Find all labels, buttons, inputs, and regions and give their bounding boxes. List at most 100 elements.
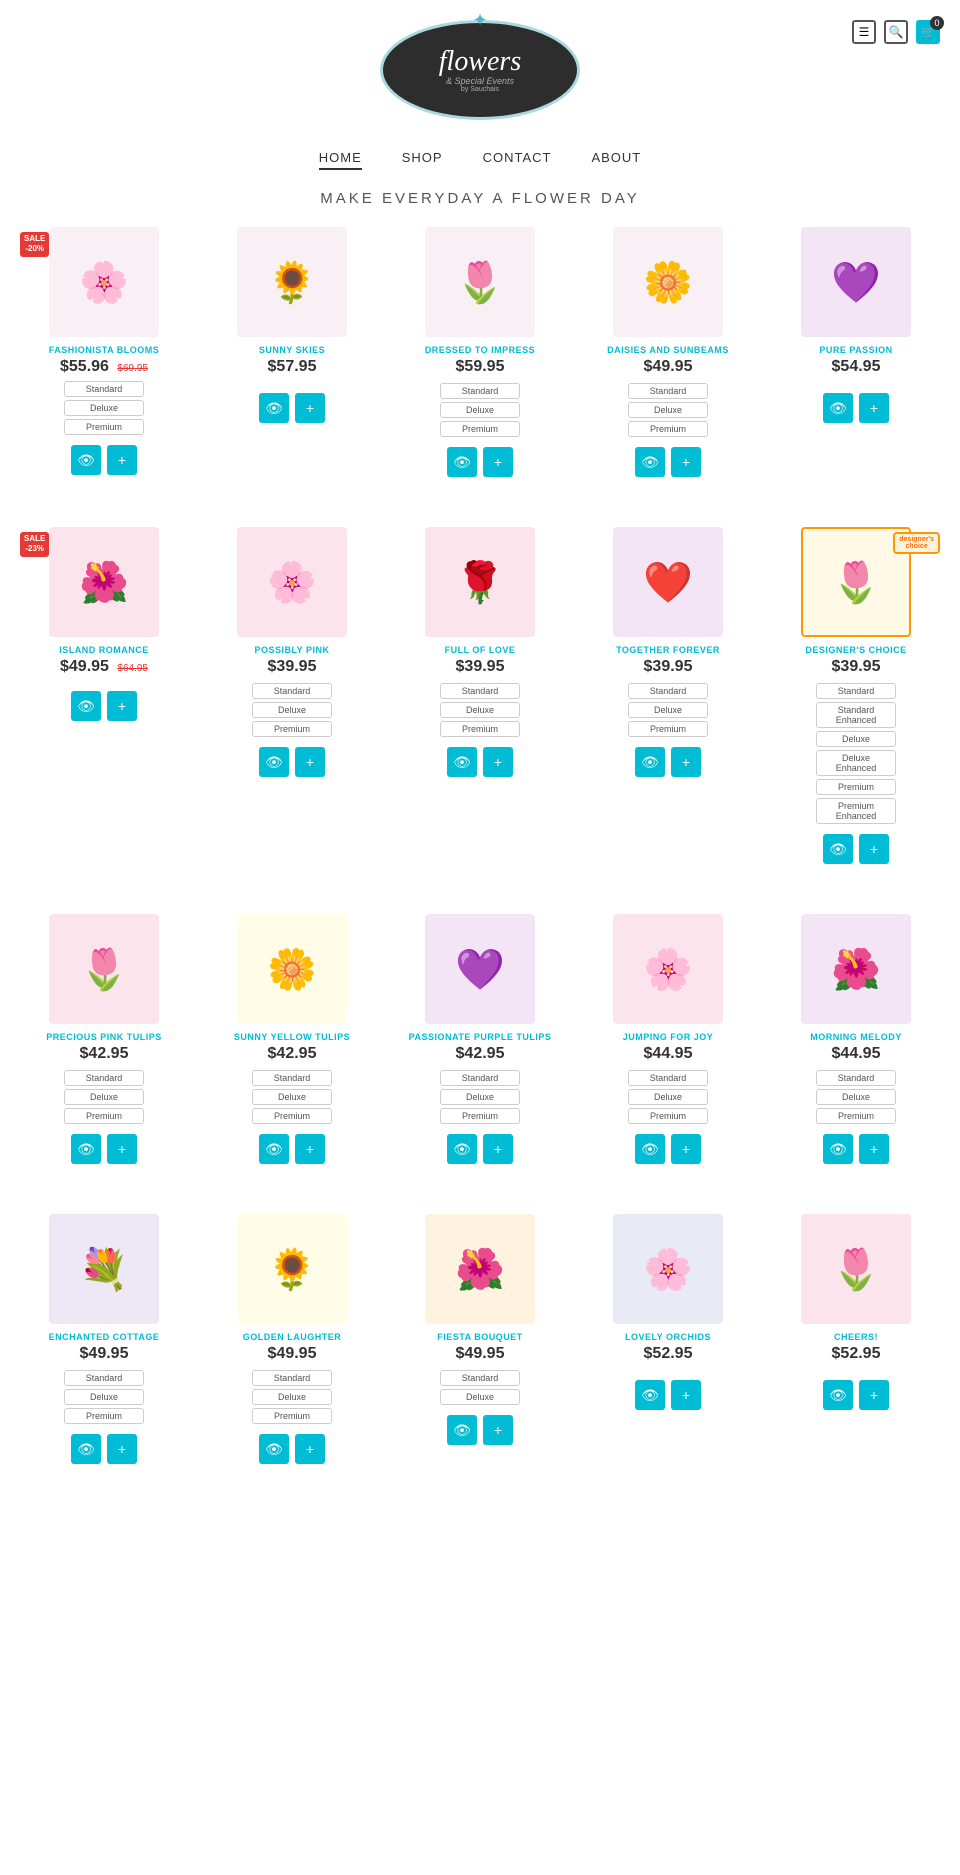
fleur-icon: ✦ xyxy=(472,10,487,31)
add-to-cart-button[interactable]: + xyxy=(859,1380,889,1410)
add-to-cart-button[interactable]: + xyxy=(483,1415,513,1445)
product-image: 🌷 xyxy=(425,227,535,337)
option-standard[interactable]: Standard xyxy=(64,1070,144,1086)
option-deluxe[interactable]: Deluxe xyxy=(252,1089,332,1105)
option-deluxe[interactable]: Deluxe xyxy=(64,1389,144,1405)
option-deluxe[interactable]: Deluxe xyxy=(252,1389,332,1405)
option-standard[interactable]: Standard xyxy=(252,1070,332,1086)
option-premium[interactable]: Premium xyxy=(64,419,144,435)
quick-view-button[interactable]: 👁 xyxy=(635,1134,665,1164)
action-buttons: 👁 + xyxy=(447,747,513,777)
option-standard[interactable]: Standard xyxy=(816,683,896,699)
option-deluxe[interactable]: Deluxe xyxy=(628,702,708,718)
add-to-cart-button[interactable]: + xyxy=(107,691,137,721)
add-to-cart-button[interactable]: + xyxy=(859,393,889,423)
nav-home[interactable]: HOME xyxy=(319,150,362,170)
option-standard-enhanced[interactable]: Standard Enhanced xyxy=(816,702,896,728)
option-premium[interactable]: Premium xyxy=(440,1108,520,1124)
quick-view-button[interactable]: 👁 xyxy=(823,1134,853,1164)
option-standard[interactable]: Standard xyxy=(64,1370,144,1386)
product-price: $42.95 xyxy=(456,1045,505,1063)
option-premium[interactable]: Premium xyxy=(440,421,520,437)
option-standard[interactable]: Standard xyxy=(64,381,144,397)
add-to-cart-button[interactable]: + xyxy=(671,747,701,777)
option-premium-enhanced[interactable]: Premium Enhanced xyxy=(816,798,896,824)
add-to-cart-button[interactable]: + xyxy=(295,393,325,423)
option-standard[interactable]: Standard xyxy=(440,683,520,699)
search-icon[interactable]: 🔍 xyxy=(884,20,908,44)
option-premium[interactable]: Premium xyxy=(64,1408,144,1424)
option-premium[interactable]: Premium xyxy=(628,1108,708,1124)
option-premium[interactable]: Premium xyxy=(252,721,332,737)
add-to-cart-button[interactable]: + xyxy=(107,445,137,475)
option-standard[interactable]: Standard xyxy=(252,683,332,699)
option-deluxe[interactable]: Deluxe xyxy=(64,1089,144,1105)
option-standard[interactable]: Standard xyxy=(440,1370,520,1386)
quick-view-button[interactable]: 👁 xyxy=(71,1434,101,1464)
quick-view-button[interactable]: 👁 xyxy=(447,1415,477,1445)
add-to-cart-button[interactable]: + xyxy=(483,747,513,777)
option-premium[interactable]: Premium xyxy=(628,721,708,737)
add-to-cart-button[interactable]: + xyxy=(107,1134,137,1164)
add-to-cart-button[interactable]: + xyxy=(295,1134,325,1164)
quick-view-button[interactable]: 👁 xyxy=(823,834,853,864)
option-deluxe-enhanced[interactable]: Deluxe Enhanced xyxy=(816,750,896,776)
option-premium[interactable]: Premium xyxy=(816,1108,896,1124)
nav-about[interactable]: ABOUT xyxy=(591,150,641,170)
option-standard[interactable]: Standard xyxy=(440,1070,520,1086)
quick-view-button[interactable]: 👁 xyxy=(823,1380,853,1410)
add-to-cart-button[interactable]: + xyxy=(483,1134,513,1164)
option-premium[interactable]: Premium xyxy=(252,1408,332,1424)
quick-view-button[interactable]: 👁 xyxy=(71,691,101,721)
product-lovely-orchids: 🌸 LOVELY ORCHIDS $52.95 👁 + xyxy=(579,1214,757,1464)
option-deluxe[interactable]: Deluxe xyxy=(440,702,520,718)
add-to-cart-button[interactable]: + xyxy=(483,447,513,477)
quick-view-button[interactable]: 👁 xyxy=(635,747,665,777)
option-deluxe[interactable]: Deluxe xyxy=(252,702,332,718)
nav-shop[interactable]: SHOP xyxy=(402,150,443,170)
option-premium[interactable]: Premium xyxy=(252,1108,332,1124)
add-to-cart-button[interactable]: + xyxy=(671,447,701,477)
option-standard[interactable]: Standard xyxy=(628,1070,708,1086)
quick-view-button[interactable]: 👁 xyxy=(635,447,665,477)
option-standard[interactable]: Standard xyxy=(816,1070,896,1086)
option-deluxe[interactable]: Deluxe xyxy=(440,1089,520,1105)
quick-view-button[interactable]: 👁 xyxy=(259,1434,289,1464)
menu-icon[interactable]: ☰ xyxy=(852,20,876,44)
option-deluxe[interactable]: Deluxe xyxy=(64,400,144,416)
option-standard[interactable]: Standard xyxy=(440,383,520,399)
add-to-cart-button[interactable]: + xyxy=(671,1134,701,1164)
add-to-cart-button[interactable]: + xyxy=(107,1434,137,1464)
cart-icon[interactable]: 🛒 0 xyxy=(916,20,940,44)
quick-view-button[interactable]: 👁 xyxy=(447,747,477,777)
add-to-cart-button[interactable]: + xyxy=(671,1380,701,1410)
quick-view-button[interactable]: 👁 xyxy=(71,1134,101,1164)
option-deluxe[interactable]: Deluxe xyxy=(440,1389,520,1405)
product-image-wrap: 🌷 xyxy=(15,914,193,1024)
quick-view-button[interactable]: 👁 xyxy=(259,393,289,423)
add-to-cart-button[interactable]: + xyxy=(859,1134,889,1164)
add-to-cart-button[interactable]: + xyxy=(859,834,889,864)
add-to-cart-button[interactable]: + xyxy=(295,747,325,777)
option-deluxe[interactable]: Deluxe xyxy=(628,402,708,418)
quick-view-button[interactable]: 👁 xyxy=(259,1134,289,1164)
option-deluxe[interactable]: Deluxe xyxy=(628,1089,708,1105)
quick-view-button[interactable]: 👁 xyxy=(447,447,477,477)
quick-view-button[interactable]: 👁 xyxy=(447,1134,477,1164)
option-premium[interactable]: Premium xyxy=(628,421,708,437)
quick-view-button[interactable]: 👁 xyxy=(259,747,289,777)
option-standard[interactable]: Standard xyxy=(628,683,708,699)
quick-view-button[interactable]: 👁 xyxy=(71,445,101,475)
option-premium[interactable]: Premium xyxy=(816,779,896,795)
option-premium[interactable]: Premium xyxy=(64,1108,144,1124)
option-deluxe[interactable]: Deluxe xyxy=(816,731,896,747)
add-to-cart-button[interactable]: + xyxy=(295,1434,325,1464)
option-premium[interactable]: Premium xyxy=(440,721,520,737)
option-standard[interactable]: Standard xyxy=(628,383,708,399)
option-deluxe[interactable]: Deluxe xyxy=(816,1089,896,1105)
option-deluxe[interactable]: Deluxe xyxy=(440,402,520,418)
nav-contact[interactable]: CONTACT xyxy=(483,150,552,170)
quick-view-button[interactable]: 👁 xyxy=(635,1380,665,1410)
option-standard[interactable]: Standard xyxy=(252,1370,332,1386)
quick-view-button[interactable]: 👁 xyxy=(823,393,853,423)
